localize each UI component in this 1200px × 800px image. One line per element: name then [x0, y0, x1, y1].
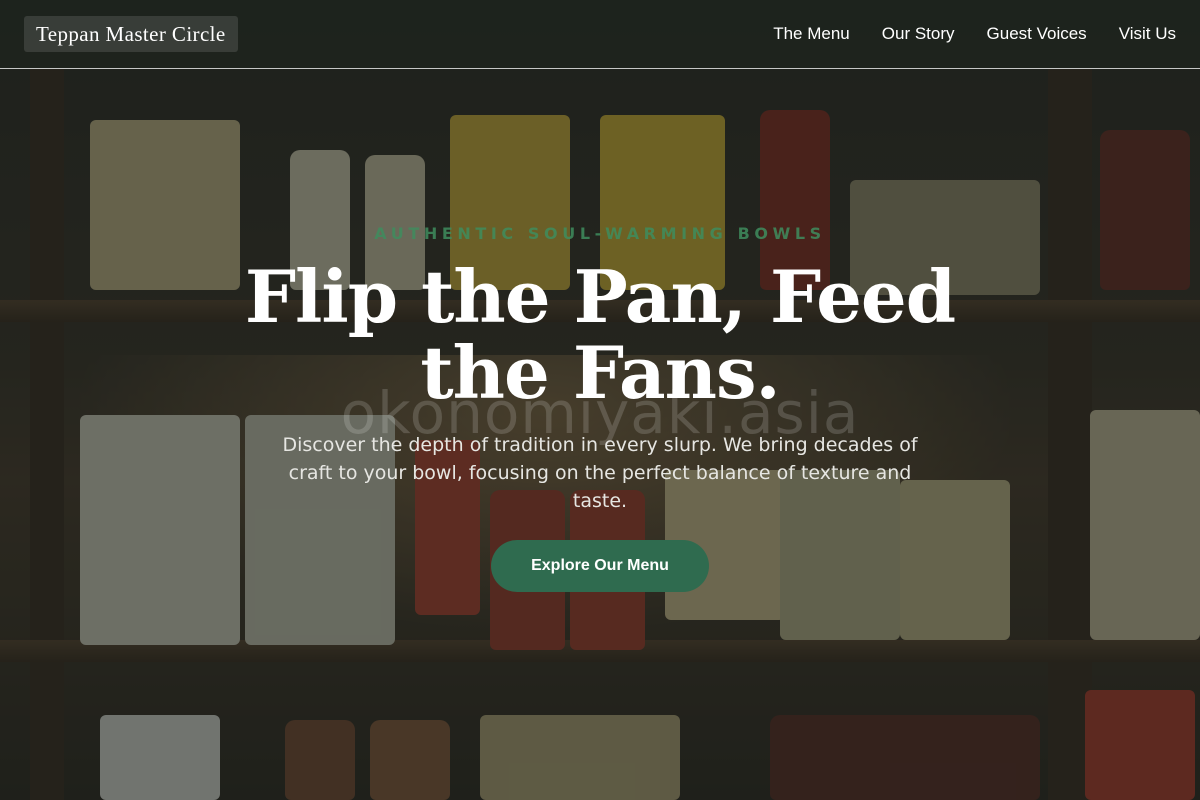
nav-link-visit-us[interactable]: Visit Us	[1119, 22, 1176, 46]
explore-menu-button[interactable]: Explore Our Menu	[491, 540, 709, 592]
hero-section: AUTHENTIC SOUL-WARMING BOWLS okonomiyaki…	[0, 69, 1200, 800]
brand-logo[interactable]: Teppan Master Circle	[24, 16, 238, 52]
main-nav: The Menu Our Story Guest Voices Visit Us	[773, 22, 1176, 46]
nav-link-our-story[interactable]: Our Story	[882, 22, 955, 46]
site-header: Teppan Master Circle The Menu Our Story …	[0, 0, 1200, 69]
hero-headline: Flip the Pan, Feed the Fans.	[244, 254, 956, 415]
hero-eyebrow: AUTHENTIC SOUL-WARMING BOWLS	[374, 224, 826, 243]
hero-lead: Discover the depth of tradition in every…	[282, 434, 918, 512]
nav-link-menu[interactable]: The Menu	[773, 22, 850, 46]
nav-link-guest-voices[interactable]: Guest Voices	[987, 22, 1087, 46]
